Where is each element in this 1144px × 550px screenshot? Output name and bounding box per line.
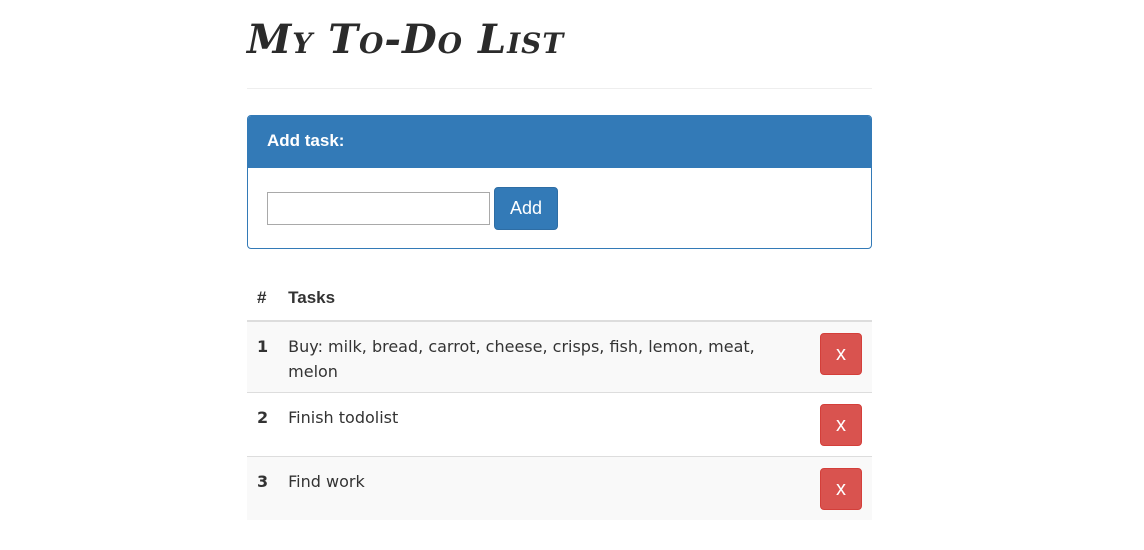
column-header-number: # (247, 275, 279, 322)
task-number: 2 (247, 392, 279, 457)
task-text: Find work (278, 456, 779, 520)
task-number: 3 (247, 456, 279, 520)
task-actions: x (778, 321, 872, 393)
task-input[interactable] (267, 191, 490, 225)
page-title: My To-Do List (247, 0, 872, 89)
table-row: 2 Finish todolist x (247, 392, 872, 457)
delete-task-button[interactable]: x (820, 404, 862, 446)
task-actions: x (778, 392, 872, 457)
add-task-form: Add (248, 168, 871, 248)
table-header-row: # Tasks (247, 275, 872, 322)
add-task-heading: Add task: (248, 116, 871, 168)
table-row: 1 Buy: milk, bread, carrot, cheese, cris… (247, 321, 872, 393)
delete-task-button[interactable]: x (820, 333, 862, 375)
todo-app: My To-Do List Add task: Add # Tasks 1 Bu… (247, 0, 872, 520)
column-header-actions (778, 275, 872, 322)
column-header-tasks: Tasks (278, 275, 779, 322)
task-text: Finish todolist (278, 392, 779, 457)
table-row: 3 Find work x (247, 456, 872, 520)
add-button[interactable]: Add (494, 186, 558, 230)
task-actions: x (778, 456, 872, 520)
task-text: Buy: milk, bread, carrot, cheese, crisps… (278, 321, 779, 393)
add-task-panel: Add task: Add (247, 115, 872, 249)
tasks-table: # Tasks 1 Buy: milk, bread, carrot, chee… (247, 275, 872, 520)
task-number: 1 (247, 321, 279, 393)
delete-task-button[interactable]: x (820, 468, 862, 510)
